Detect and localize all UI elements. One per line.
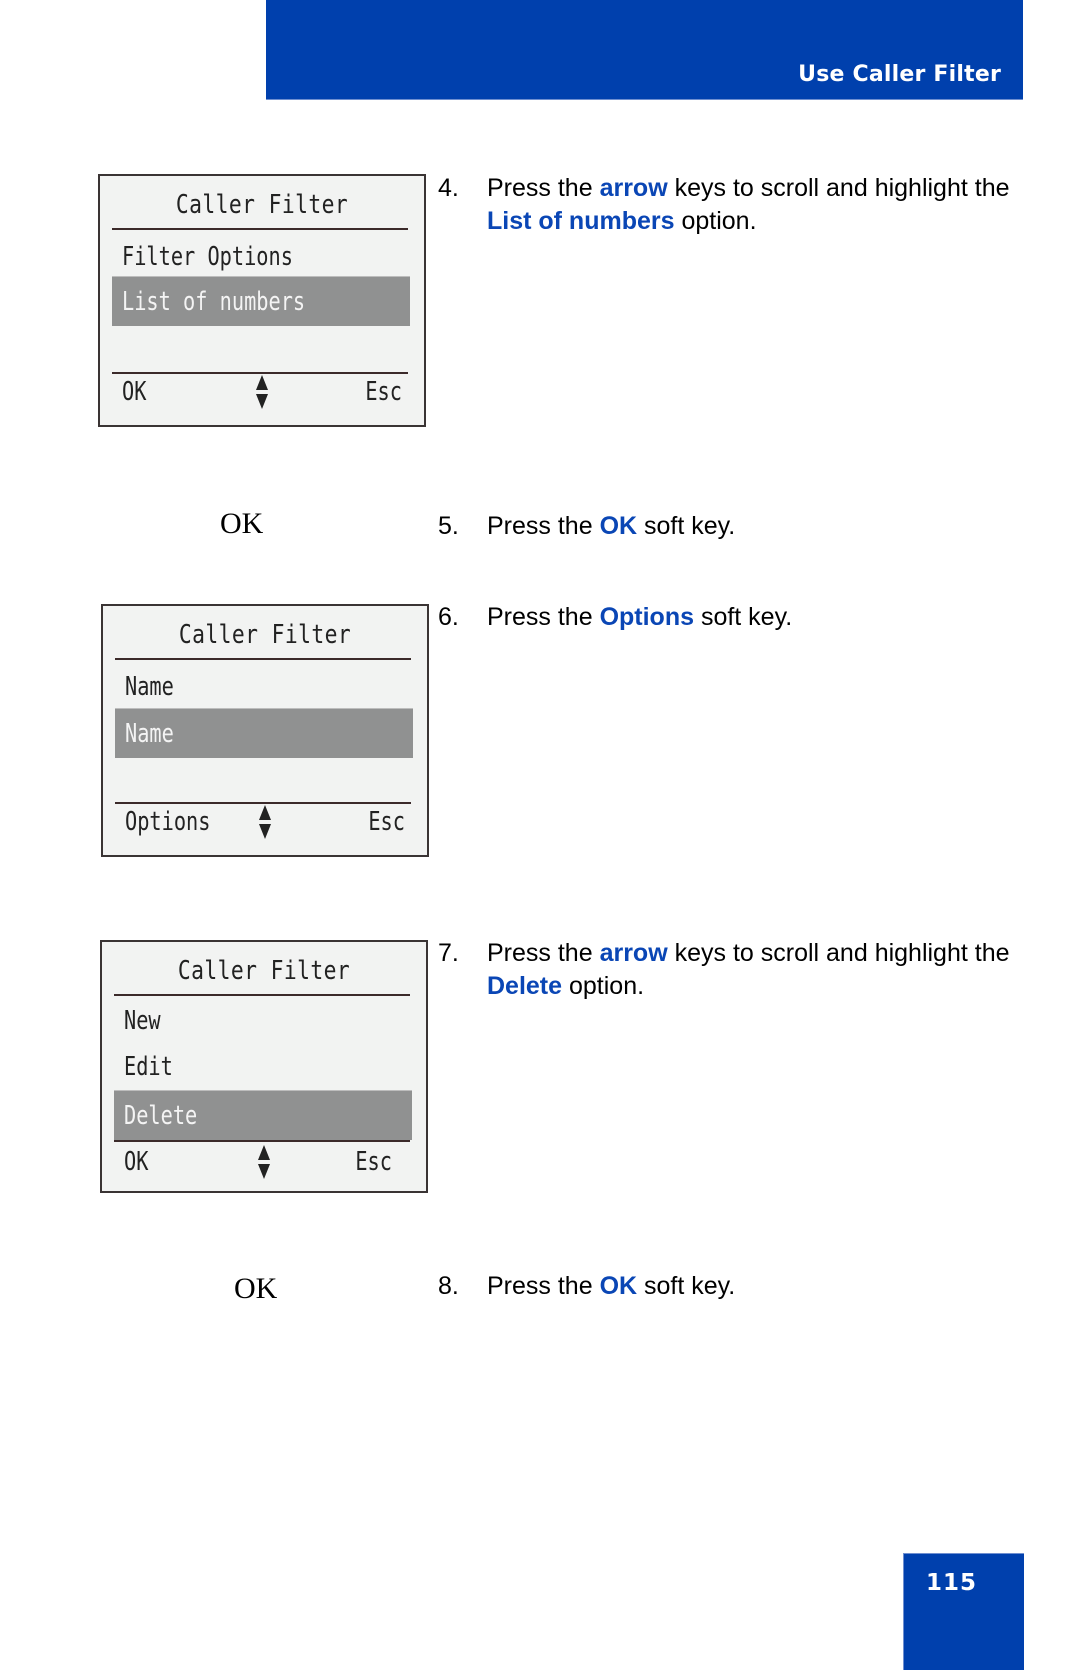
keyword-ok: OK xyxy=(599,512,638,540)
step-number: 4. xyxy=(438,174,459,202)
page-number-box: 115 xyxy=(903,1553,1024,1670)
ok-key-label: OK xyxy=(234,1272,278,1305)
step-number: 7. xyxy=(438,939,459,967)
menu-item-label: List of numbers xyxy=(122,287,306,317)
menu-item-label: Filter Options xyxy=(122,242,293,272)
menu-item-filter-options[interactable]: Filter Options xyxy=(112,232,410,282)
text: Press the xyxy=(487,1272,600,1300)
display-title: Caller Filter xyxy=(177,956,351,986)
step-text: Press the arrow keys to scroll and highl… xyxy=(487,172,1047,238)
menu-item-label: Name xyxy=(125,672,174,702)
step-text: Press the arrow keys to scroll and highl… xyxy=(487,937,1047,1003)
step-number: 8. xyxy=(438,1272,459,1300)
text: Press the xyxy=(487,603,600,631)
text: soft key. xyxy=(637,1272,736,1300)
text: keys to scroll and highlight the xyxy=(667,939,1010,967)
softkey-ok[interactable]: OK xyxy=(122,377,146,407)
text: soft key. xyxy=(694,603,793,631)
text: Press the xyxy=(487,174,600,202)
page-number: 115 xyxy=(926,1570,978,1596)
step-text: Press the OK soft key. xyxy=(487,1270,1047,1303)
text: Press the xyxy=(487,939,600,967)
title-divider xyxy=(112,228,408,230)
softkey-esc[interactable]: Esc xyxy=(355,1147,392,1177)
menu-item-label: Delete xyxy=(124,1101,198,1131)
menu-item-new[interactable]: New xyxy=(114,998,412,1044)
phone-display-list-of-numbers: Caller Filter Filter Options List of num… xyxy=(98,174,426,427)
softkey-bar: OK Esc xyxy=(124,1143,404,1183)
menu-item-label: Name xyxy=(125,719,174,749)
menu-item-delete-highlighted[interactable]: Delete xyxy=(114,1090,412,1140)
text: option. xyxy=(562,972,645,1000)
text: option. xyxy=(674,207,757,235)
softkey-options[interactable]: Options xyxy=(125,807,210,837)
title-divider xyxy=(115,658,411,660)
menu-item-label: Edit xyxy=(124,1052,173,1082)
keyword-options: Options xyxy=(599,603,694,631)
up-down-arrow-icon xyxy=(256,375,268,409)
softkey-esc[interactable]: Esc xyxy=(368,807,405,837)
chapter-header-bar: Use Caller Filter xyxy=(266,0,1023,100)
display-title: Caller Filter xyxy=(178,620,352,650)
step-number: 6. xyxy=(438,603,459,631)
menu-item-label: New xyxy=(124,1006,161,1036)
ok-key-label: OK xyxy=(220,507,264,540)
title-divider xyxy=(114,994,410,996)
keyword-ok: OK xyxy=(599,1272,638,1300)
up-down-arrow-icon xyxy=(258,1145,270,1179)
softkey-esc[interactable]: Esc xyxy=(365,377,402,407)
display-title: Caller Filter xyxy=(175,190,349,220)
text: keys to scroll and highlight the xyxy=(667,174,1010,202)
step-text: Press the Options soft key. xyxy=(487,601,1047,634)
softkey-divider xyxy=(114,1140,410,1142)
softkey-ok[interactable]: OK xyxy=(124,1147,148,1177)
keyword-delete: Delete xyxy=(487,972,563,1000)
softkey-bar: Options Esc xyxy=(125,803,405,843)
menu-item-name[interactable]: Name xyxy=(115,662,413,712)
keyword-arrow: arrow xyxy=(599,174,668,202)
keyword-arrow: arrow xyxy=(599,939,668,967)
up-down-arrow-icon xyxy=(259,805,271,839)
text: Press the xyxy=(487,512,600,540)
text: soft key. xyxy=(637,512,736,540)
step-number: 5. xyxy=(438,512,459,540)
menu-item-list-of-numbers-highlighted[interactable]: List of numbers xyxy=(112,276,410,326)
chapter-title: Use Caller Filter xyxy=(798,62,1001,87)
phone-display-delete: Caller Filter New Edit Delete OK Esc xyxy=(100,940,428,1193)
menu-item-edit[interactable]: Edit xyxy=(114,1044,412,1090)
phone-display-name: Caller Filter Name Name Options Esc xyxy=(101,604,429,857)
step-text: Press the OK soft key. xyxy=(487,510,1047,543)
softkey-bar: OK Esc xyxy=(122,373,402,413)
keyword-list-of-numbers: List of numbers xyxy=(487,207,675,235)
menu-item-name-highlighted[interactable]: Name xyxy=(115,708,413,758)
